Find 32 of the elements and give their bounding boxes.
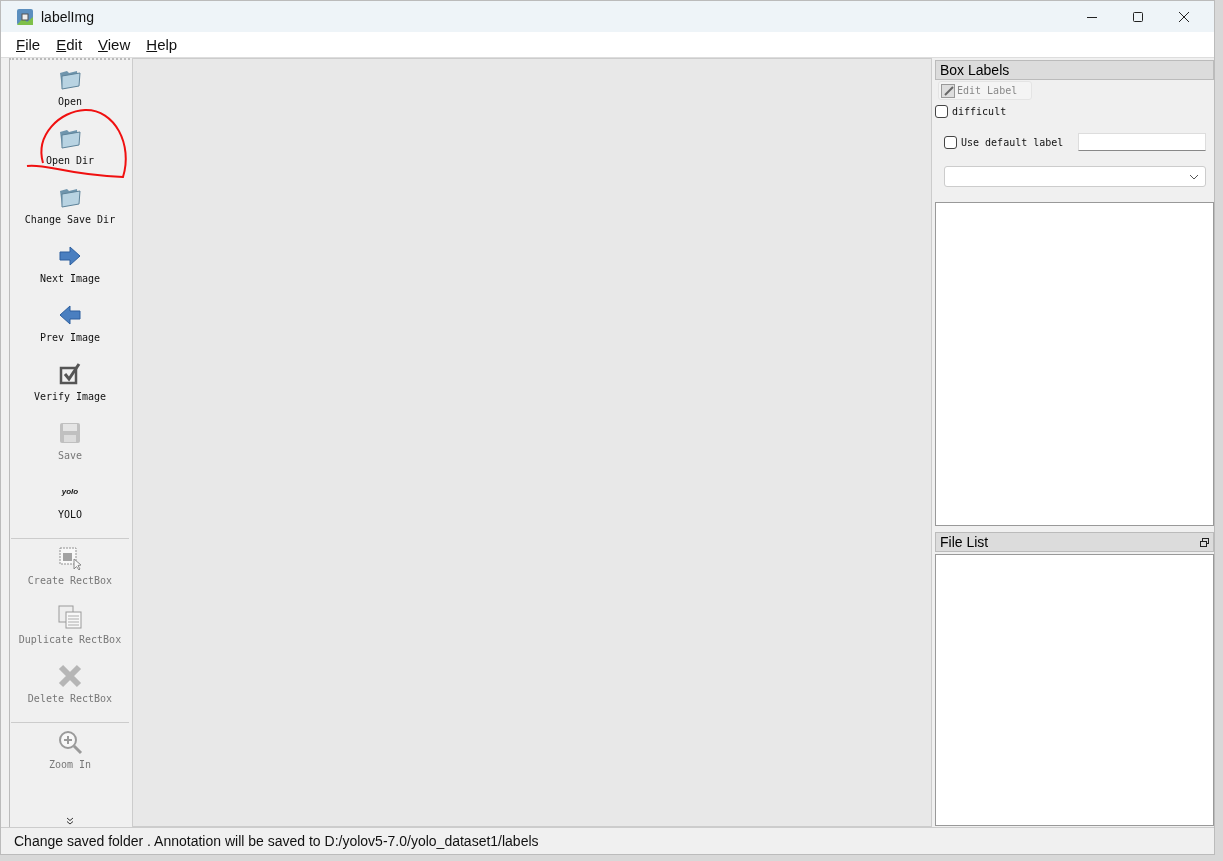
status-message: Change saved folder . Annotation will be saved to D:/yolov5-7.0/yolo_dataset1/labels [14, 833, 539, 849]
menu-item[interactable]: Help [146, 36, 178, 53]
documents-icon [57, 604, 83, 630]
toolbar-button[interactable]: Prev Image [11, 302, 129, 361]
panel-title: File List [940, 534, 989, 550]
checkbox-icon [57, 361, 83, 387]
toolbar-button[interactable]: yolo YOLO [11, 479, 129, 538]
rectangle-cursor-icon [57, 545, 83, 571]
menu-item[interactable]: File [16, 36, 41, 53]
toolbar-button[interactable]: Open [11, 66, 129, 125]
chevron-down-icon[interactable] [66, 817, 74, 825]
app-icon [17, 8, 33, 25]
menu-item[interactable]: View [98, 36, 131, 53]
default-label-field[interactable] [1078, 133, 1206, 151]
toolbar-button[interactable]: Open Dir [11, 125, 129, 184]
use-default-label-checkbox[interactable]: Use default label [944, 135, 1064, 149]
window-title: labelImg [41, 8, 94, 25]
zoom-in-icon [57, 729, 83, 755]
menu-item[interactable]: Edit [56, 36, 83, 53]
maximize-icon[interactable] [1132, 10, 1144, 23]
right-arrow-icon [57, 243, 83, 269]
panel-title: Box Labels [935, 60, 1214, 80]
difficult-checkbox[interactable]: difficult [935, 105, 1214, 118]
pencil-icon [941, 83, 955, 98]
left-arrow-icon [57, 302, 83, 328]
float-icon[interactable] [1200, 537, 1209, 547]
toolbar-button[interactable]: Verify Image [11, 361, 129, 420]
toolbar-button[interactable]: Change Save Dir [11, 184, 129, 243]
toolbar-button[interactable]: Next Image [11, 243, 129, 302]
cross-icon [57, 663, 83, 689]
close-icon[interactable] [1178, 10, 1190, 23]
chevron-down-icon [1189, 173, 1199, 180]
